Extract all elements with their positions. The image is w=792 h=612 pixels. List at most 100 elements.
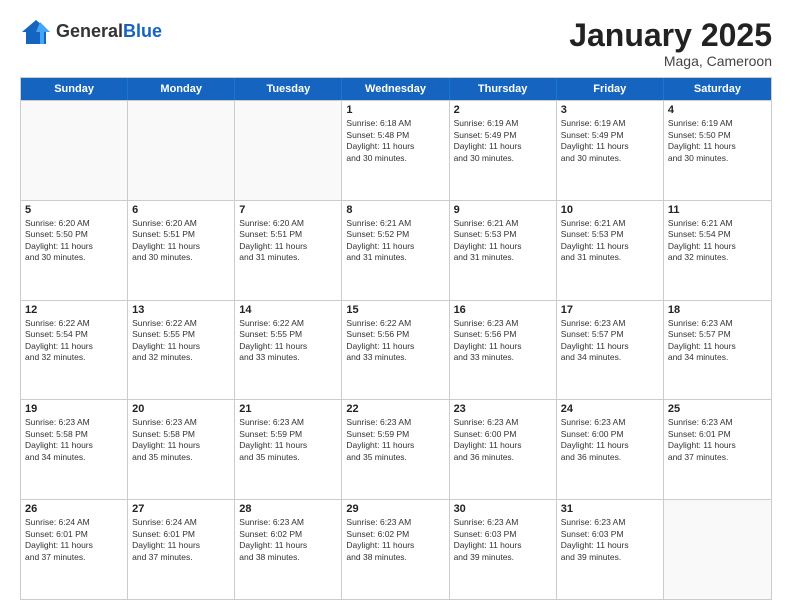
day-number: 12	[25, 304, 123, 316]
empty-cell	[664, 500, 771, 599]
day-cell-6: 6 Sunrise: 6:20 AM Sunset: 5:51 PM Daylig…	[128, 201, 235, 300]
day-cell-13: 13Sunrise: 6:22 AM Sunset: 5:55 PM Dayli…	[128, 301, 235, 400]
day-info: Sunrise: 6:23 AM Sunset: 6:03 PM Dayligh…	[454, 517, 552, 563]
day-number: 6	[132, 204, 230, 216]
day-number: 7	[239, 204, 337, 216]
day-number: 16	[454, 304, 552, 316]
day-info: Sunrise: 6:21 AM Sunset: 5:53 PM Dayligh…	[454, 218, 552, 264]
day-cell-10: 10 Sunrise: 6:21 AM Sunset: 5:53 PM Dayli…	[557, 201, 664, 300]
day-number: 24	[561, 403, 659, 415]
day-cell-14: 14Sunrise: 6:22 AM Sunset: 5:55 PM Dayli…	[235, 301, 342, 400]
empty-cell	[21, 101, 128, 200]
logo-text: GeneralBlue	[56, 22, 162, 42]
day-number: 30	[454, 503, 552, 515]
day-number: 10	[561, 204, 659, 216]
day-cell-7: 7 Sunrise: 6:20 AM Sunset: 5:51 PM Daylig…	[235, 201, 342, 300]
day-cell-29: 29 Sunrise: 6:23 AM Sunset: 6:02 PM Dayli…	[342, 500, 449, 599]
day-number: 29	[346, 503, 444, 515]
day-cell-15: 15Sunrise: 6:22 AM Sunset: 5:56 PM Dayli…	[342, 301, 449, 400]
day-number: 8	[346, 204, 444, 216]
day-info: Sunrise: 6:20 AM Sunset: 5:51 PM Dayligh…	[239, 218, 337, 264]
day-info: Sunrise: 6:23 AM Sunset: 5:57 PM Dayligh…	[668, 318, 767, 364]
day-info: Sunrise: 6:23 AM Sunset: 5:59 PM Dayligh…	[346, 417, 444, 463]
day-info: Sunrise: 6:23 AM Sunset: 6:02 PM Dayligh…	[346, 517, 444, 563]
weekday-header-sunday: Sunday	[21, 78, 128, 100]
day-number: 21	[239, 403, 337, 415]
calendar-row-2: 12 Sunrise: 6:22 AM Sunset: 5:54 PM Dayli…	[21, 300, 771, 400]
day-info: Sunrise: 6:18 AM Sunset: 5:48 PM Dayligh…	[346, 118, 444, 164]
day-info: Sunrise: 6:23 AM Sunset: 5:56 PM Dayligh…	[454, 318, 552, 364]
weekday-header-wednesday: Wednesday	[342, 78, 449, 100]
location: Maga, Cameroon	[569, 53, 772, 69]
day-cell-4: 4Sunrise: 6:19 AM Sunset: 5:50 PM Daylig…	[664, 101, 771, 200]
day-number: 28	[239, 503, 337, 515]
day-info: Sunrise: 6:23 AM Sunset: 6:01 PM Dayligh…	[668, 417, 767, 463]
day-cell-21: 21 Sunrise: 6:23 AM Sunset: 5:59 PM Dayli…	[235, 400, 342, 499]
day-number: 17	[561, 304, 659, 316]
day-number: 20	[132, 403, 230, 415]
day-cell-28: 28 Sunrise: 6:23 AM Sunset: 6:02 PM Dayli…	[235, 500, 342, 599]
day-info: Sunrise: 6:23 AM Sunset: 5:59 PM Dayligh…	[239, 417, 337, 463]
day-number: 2	[454, 104, 552, 116]
month-title: January 2025	[569, 18, 772, 53]
day-number: 31	[561, 503, 659, 515]
calendar-row-3: 19 Sunrise: 6:23 AM Sunset: 5:58 PM Dayli…	[21, 399, 771, 499]
day-info: Sunrise: 6:19 AM Sunset: 5:49 PM Dayligh…	[454, 118, 552, 164]
day-number: 1	[346, 104, 444, 116]
logo-icon	[20, 18, 52, 46]
weekday-header-friday: Friday	[557, 78, 664, 100]
day-info: Sunrise: 6:23 AM Sunset: 6:03 PM Dayligh…	[561, 517, 659, 563]
day-info: Sunrise: 6:21 AM Sunset: 5:54 PM Dayligh…	[668, 218, 767, 264]
day-cell-3: 3 Sunrise: 6:19 AM Sunset: 5:49 PM Daylig…	[557, 101, 664, 200]
day-info: Sunrise: 6:23 AM Sunset: 6:00 PM Dayligh…	[454, 417, 552, 463]
day-number: 5	[25, 204, 123, 216]
header: GeneralBlue January 2025 Maga, Cameroon	[20, 18, 772, 69]
empty-cell	[128, 101, 235, 200]
day-number: 18	[668, 304, 767, 316]
day-number: 25	[668, 403, 767, 415]
day-cell-31: 31 Sunrise: 6:23 AM Sunset: 6:03 PM Dayli…	[557, 500, 664, 599]
day-info: Sunrise: 6:23 AM Sunset: 6:02 PM Dayligh…	[239, 517, 337, 563]
day-number: 22	[346, 403, 444, 415]
day-info: Sunrise: 6:22 AM Sunset: 5:55 PM Dayligh…	[132, 318, 230, 364]
weekday-header-tuesday: Tuesday	[235, 78, 342, 100]
day-number: 23	[454, 403, 552, 415]
day-cell-23: 23 Sunrise: 6:23 AM Sunset: 6:00 PM Dayli…	[450, 400, 557, 499]
day-info: Sunrise: 6:23 AM Sunset: 5:57 PM Dayligh…	[561, 318, 659, 364]
day-cell-27: 27 Sunrise: 6:24 AM Sunset: 6:01 PM Dayli…	[128, 500, 235, 599]
day-number: 3	[561, 104, 659, 116]
day-number: 4	[668, 104, 767, 116]
day-info: Sunrise: 6:19 AM Sunset: 5:49 PM Dayligh…	[561, 118, 659, 164]
day-cell-8: 8 Sunrise: 6:21 AM Sunset: 5:52 PM Daylig…	[342, 201, 449, 300]
logo: GeneralBlue	[20, 18, 162, 46]
day-cell-11: 11Sunrise: 6:21 AM Sunset: 5:54 PM Dayli…	[664, 201, 771, 300]
day-cell-16: 16 Sunrise: 6:23 AM Sunset: 5:56 PM Dayli…	[450, 301, 557, 400]
day-cell-20: 20 Sunrise: 6:23 AM Sunset: 5:58 PM Dayli…	[128, 400, 235, 499]
day-info: Sunrise: 6:23 AM Sunset: 5:58 PM Dayligh…	[132, 417, 230, 463]
day-info: Sunrise: 6:21 AM Sunset: 5:53 PM Dayligh…	[561, 218, 659, 264]
day-info: Sunrise: 6:21 AM Sunset: 5:52 PM Dayligh…	[346, 218, 444, 264]
day-cell-1: 1 Sunrise: 6:18 AM Sunset: 5:48 PM Daylig…	[342, 101, 449, 200]
empty-cell	[235, 101, 342, 200]
calendar-row-0: 1 Sunrise: 6:18 AM Sunset: 5:48 PM Daylig…	[21, 100, 771, 200]
day-info: Sunrise: 6:24 AM Sunset: 6:01 PM Dayligh…	[25, 517, 123, 563]
day-cell-24: 24Sunrise: 6:23 AM Sunset: 6:00 PM Dayli…	[557, 400, 664, 499]
calendar-row-1: 5 Sunrise: 6:20 AM Sunset: 5:50 PM Daylig…	[21, 200, 771, 300]
day-cell-9: 9 Sunrise: 6:21 AM Sunset: 5:53 PM Daylig…	[450, 201, 557, 300]
day-info: Sunrise: 6:22 AM Sunset: 5:55 PM Dayligh…	[239, 318, 337, 364]
day-info: Sunrise: 6:20 AM Sunset: 5:50 PM Dayligh…	[25, 218, 123, 264]
day-number: 27	[132, 503, 230, 515]
calendar-row-4: 26Sunrise: 6:24 AM Sunset: 6:01 PM Dayli…	[21, 499, 771, 599]
day-number: 19	[25, 403, 123, 415]
day-cell-19: 19 Sunrise: 6:23 AM Sunset: 5:58 PM Dayli…	[21, 400, 128, 499]
calendar-header: SundayMondayTuesdayWednesdayThursdayFrid…	[21, 78, 771, 100]
day-info: Sunrise: 6:20 AM Sunset: 5:51 PM Dayligh…	[132, 218, 230, 264]
day-info: Sunrise: 6:23 AM Sunset: 5:58 PM Dayligh…	[25, 417, 123, 463]
day-cell-25: 25 Sunrise: 6:23 AM Sunset: 6:01 PM Dayli…	[664, 400, 771, 499]
day-info: Sunrise: 6:24 AM Sunset: 6:01 PM Dayligh…	[132, 517, 230, 563]
day-info: Sunrise: 6:22 AM Sunset: 5:54 PM Dayligh…	[25, 318, 123, 364]
page: GeneralBlue January 2025 Maga, Cameroon …	[0, 0, 792, 612]
day-number: 9	[454, 204, 552, 216]
calendar: SundayMondayTuesdayWednesdayThursdayFrid…	[20, 77, 772, 600]
day-cell-5: 5 Sunrise: 6:20 AM Sunset: 5:50 PM Daylig…	[21, 201, 128, 300]
